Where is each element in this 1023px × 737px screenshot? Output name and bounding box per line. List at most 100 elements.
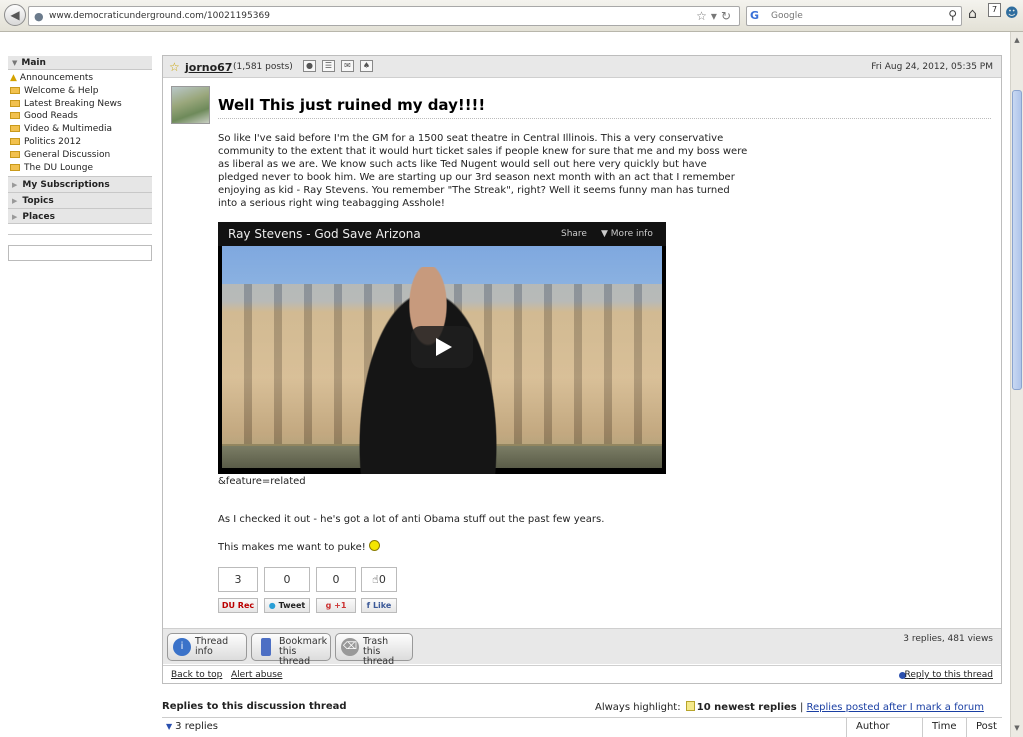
- column-author[interactable]: Author: [846, 718, 922, 737]
- sidebar-search-input[interactable]: [8, 245, 152, 262]
- info-icon: i: [173, 638, 191, 656]
- search-box[interactable]: G ⚲: [746, 6, 962, 26]
- original-post: ☆ jorno67 (1,581 posts) ● ☰ ✉ ♠ Fri Aug 24,…: [162, 55, 1002, 684]
- plus-one-button[interactable]: g +1: [316, 598, 356, 613]
- video-person: [348, 267, 508, 474]
- thumbs-up-icon: ☝: [372, 573, 379, 586]
- avatar: [171, 86, 210, 124]
- sidebar-item-video-multimedia[interactable]: Video & Multimedia: [10, 123, 152, 136]
- back-button[interactable]: ◀: [4, 4, 26, 26]
- scroll-thumb[interactable]: [1012, 90, 1022, 390]
- facebook-icon: f: [366, 601, 371, 610]
- home-icon[interactable]: ⌂: [968, 6, 977, 22]
- address-bar[interactable]: ● www.democraticunderground.com/10021195…: [28, 6, 740, 26]
- twitter-icon: ●: [268, 601, 276, 610]
- sidebar-item-breaking-news[interactable]: Latest Breaking News: [10, 98, 152, 111]
- folder-icon: [10, 86, 20, 94]
- journal-icon[interactable]: ☰: [322, 60, 335, 72]
- scroll-down-icon[interactable]: ▼: [1012, 722, 1022, 734]
- mail-icon[interactable]: ✉: [341, 60, 354, 72]
- sick-smiley-icon: [368, 540, 380, 551]
- highlight-after-mark-link[interactable]: Replies posted after I mark a forum: [807, 702, 984, 713]
- post-title: Well This just ruined my day!!!!: [218, 96, 486, 114]
- sidebar-forum-list: ▲ Announcements Welcome & Help Latest Bre…: [8, 70, 152, 176]
- tweet-count: 0: [264, 567, 310, 592]
- like-count: ☝0: [361, 567, 397, 592]
- back-arrow-icon: ◀: [10, 8, 20, 22]
- video-share-button[interactable]: Share: [561, 229, 587, 239]
- du-rec-count: 3: [218, 567, 258, 592]
- replies-table-header: ▼ 3 replies Author Time Post: [162, 717, 1002, 737]
- ignore-user-icon[interactable]: ♠: [360, 60, 373, 72]
- expand-triangle-icon: ▶: [12, 213, 18, 222]
- video-title[interactable]: Ray Stevens - God Save Arizona: [228, 227, 421, 241]
- sidebar-item-welcome-help[interactable]: Welcome & Help: [10, 85, 152, 98]
- folder-icon: [10, 112, 20, 120]
- bookmark-icon: [261, 638, 271, 656]
- profile-icon[interactable]: ●: [303, 60, 316, 72]
- search-icon[interactable]: ⚲: [948, 8, 957, 22]
- trash-thread-button[interactable]: ⌫ Trash this thread: [335, 633, 413, 667]
- sidebar-section-places[interactable]: ▶ Places: [8, 208, 152, 225]
- play-icon[interactable]: [411, 326, 473, 368]
- reload-icon[interactable]: ↻: [721, 9, 735, 23]
- post-links: Back to top Alert abuse Reply to this th…: [163, 665, 1001, 684]
- highlight-options: Always highlight: 10 newest replies | Re…: [595, 701, 984, 713]
- bookmark-star-icon[interactable]: ☆: [696, 9, 711, 23]
- embedded-video[interactable]: Ray Stevens - God Save Arizona Share ▼ M…: [218, 222, 666, 474]
- author-actions: ● ☰ ✉ ♠: [303, 60, 379, 72]
- page-scrollbar[interactable]: ▲ ▼: [1010, 32, 1023, 737]
- facebook-like-button[interactable]: f Like: [361, 598, 397, 613]
- post-date: Fri Aug 24, 2012, 05:35 PM: [871, 62, 993, 72]
- scroll-up-icon[interactable]: ▲: [1012, 34, 1022, 46]
- post-body: So like I've said before I'm the GM for …: [218, 133, 748, 209]
- bookmark-thread-button[interactable]: Bookmark this thread: [251, 633, 331, 667]
- video-more-info-button[interactable]: ▼ More info: [601, 229, 653, 239]
- expand-triangle-icon: ▶: [12, 197, 18, 206]
- trash-icon: ⌫: [341, 638, 359, 656]
- folder-icon: [10, 99, 20, 107]
- sidebar-section-subscriptions[interactable]: ▶ My Subscriptions: [8, 176, 152, 193]
- sidebar-item-du-lounge[interactable]: The DU Lounge: [10, 162, 152, 175]
- expand-triangle-icon: ▶: [12, 181, 18, 190]
- replies-toggle[interactable]: ▼ 3 replies: [166, 721, 218, 732]
- column-time[interactable]: Time: [922, 718, 966, 737]
- du-rec-button[interactable]: DU Rec: [218, 598, 258, 613]
- search-engine-icon[interactable]: G: [750, 9, 759, 22]
- post-paragraph: As I checked it out - he's got a lot of …: [218, 514, 605, 525]
- search-input[interactable]: [771, 9, 936, 23]
- back-to-top-link[interactable]: Back to top: [171, 670, 222, 680]
- title-divider: [218, 118, 991, 119]
- expand-triangle-icon: ▼: [166, 722, 173, 731]
- alert-abuse-link[interactable]: Alert abuse: [231, 670, 282, 680]
- author-link[interactable]: jorno67: [185, 61, 232, 74]
- highlight-newest-option[interactable]: 10 newest replies: [697, 702, 797, 713]
- sidebar-section-topics[interactable]: ▶ Topics: [8, 192, 152, 209]
- sidebar-divider: [8, 234, 152, 236]
- replies-heading: Replies to this discussion thread: [162, 701, 347, 712]
- notification-badge[interactable]: 7: [988, 3, 1001, 17]
- column-post[interactable]: Post: [966, 718, 1002, 737]
- video-link-suffix: &feature=related: [218, 476, 306, 487]
- sidebar-item-politics-2012[interactable]: Politics 2012: [10, 136, 152, 149]
- folder-icon: [10, 125, 20, 133]
- thread-info-button[interactable]: i Thread info: [167, 633, 247, 661]
- dropdown-arrow-icon[interactable]: ▾: [711, 9, 721, 23]
- star-icon[interactable]: ☆: [169, 60, 180, 74]
- sidebar-item-announcements[interactable]: ▲ Announcements: [10, 72, 152, 85]
- sidebar-main-header[interactable]: ▼ Main: [8, 56, 152, 70]
- folder-icon: [10, 150, 20, 158]
- post-paragraph-puke: This makes me want to puke!: [218, 540, 380, 553]
- more-info-icon: ▼: [601, 229, 611, 239]
- sidebar-item-general-discussion[interactable]: General Discussion: [10, 149, 152, 162]
- sidebar-item-good-reads[interactable]: Good Reads: [10, 110, 152, 123]
- url-text: www.democraticunderground.com/1002119536…: [49, 11, 270, 21]
- addon-icon[interactable]: ☻: [1005, 6, 1019, 21]
- collapse-triangle-icon: ▼: [12, 59, 18, 67]
- note-icon: [685, 701, 695, 711]
- address-tools: ☆▾↻: [696, 9, 735, 23]
- tweet-button[interactable]: ● Tweet: [264, 598, 310, 613]
- forum-sidebar: ▼ Main ▲ Announcements Welcome & Help Late…: [8, 56, 152, 262]
- reply-to-thread-link[interactable]: Reply to this thread: [905, 670, 993, 680]
- folder-icon: [10, 163, 20, 171]
